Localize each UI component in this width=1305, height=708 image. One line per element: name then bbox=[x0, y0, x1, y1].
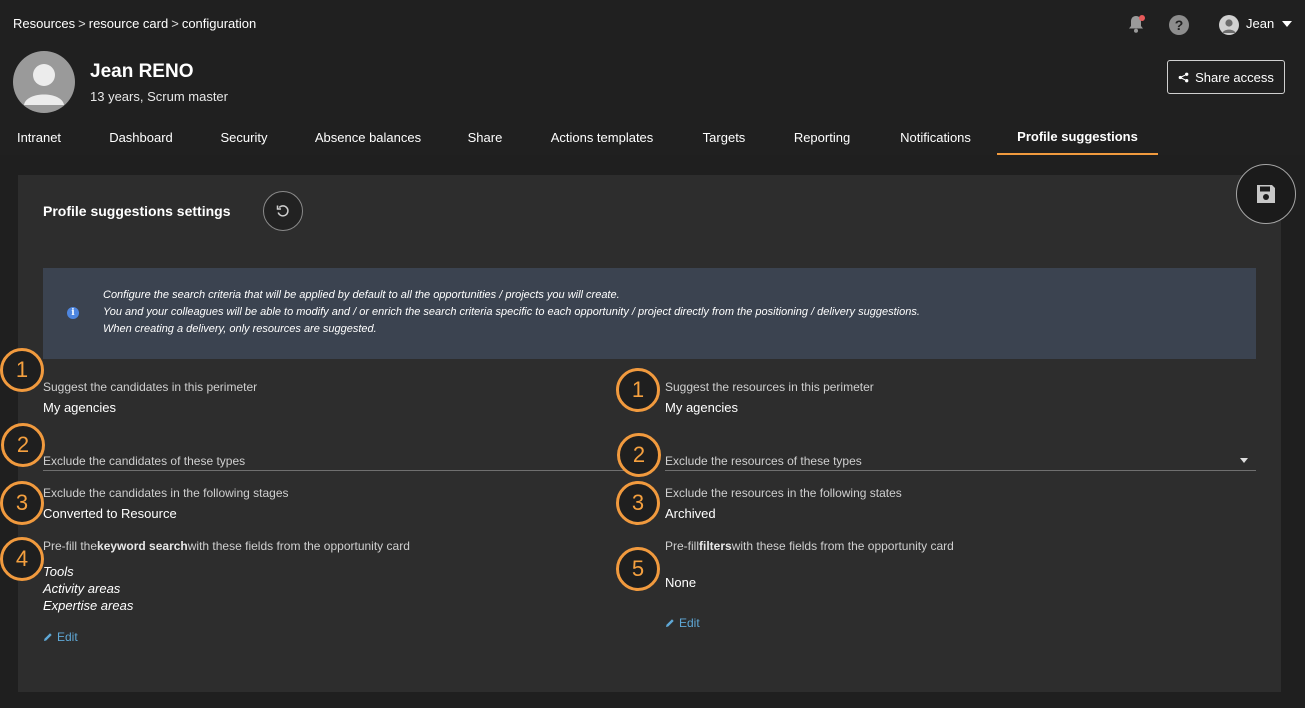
breadcrumb-resources[interactable]: Resources bbox=[13, 16, 75, 31]
tab-actions-templates[interactable]: Actions templates bbox=[536, 120, 668, 155]
help-icon[interactable]: ? bbox=[1169, 15, 1189, 35]
tab-profile-suggestions[interactable]: Profile suggestions bbox=[997, 120, 1158, 155]
callout-marker: 2 bbox=[1, 423, 45, 467]
info-icon: i bbox=[67, 307, 79, 319]
callout-marker: 3 bbox=[0, 481, 44, 525]
tab-security[interactable]: Security bbox=[206, 120, 282, 155]
panel-title: Profile suggestions settings bbox=[43, 203, 231, 219]
candidates-exclude-types-select[interactable]: Exclude the candidates of these types bbox=[43, 454, 245, 468]
candidates-prefill-label: Pre-fill thekeyword searchwith these fie… bbox=[43, 539, 410, 553]
share-icon bbox=[1178, 72, 1189, 82]
prefill-field-expertise-areas: Expertise areas bbox=[43, 598, 134, 613]
candidates-edit-label: Edit bbox=[57, 630, 78, 644]
prefill-prefix: Pre-fill bbox=[665, 539, 700, 553]
candidates-types-underline bbox=[43, 470, 634, 471]
floppy-disk-icon bbox=[1257, 185, 1275, 203]
pencil-icon bbox=[44, 633, 52, 641]
callout-marker: 5 bbox=[616, 547, 660, 591]
pencil-icon bbox=[666, 619, 674, 627]
prefill-filters: filters bbox=[699, 539, 732, 553]
tab-bar: Intranet Dashboard Security Absence bala… bbox=[0, 120, 1305, 155]
resources-exclude-states-value[interactable]: Archived bbox=[665, 506, 716, 521]
prefill-prefix: Pre-fill the bbox=[43, 539, 98, 553]
tab-share[interactable]: Share bbox=[455, 120, 515, 155]
resources-types-underline bbox=[665, 470, 1256, 471]
share-access-label: Share access bbox=[1195, 69, 1274, 85]
user-name[interactable]: Jean bbox=[1246, 16, 1274, 31]
tab-dashboard[interactable]: Dashboard bbox=[96, 120, 186, 155]
resources-types-caret-icon[interactable] bbox=[1240, 458, 1248, 463]
resources-prefill-label: Pre-fillfilterswith these fields from th… bbox=[665, 539, 954, 553]
user-menu-caret-icon[interactable] bbox=[1282, 21, 1292, 27]
callout-marker: 2 bbox=[617, 433, 661, 477]
resources-perimeter-label: Suggest the resources in this perimeter bbox=[665, 380, 874, 394]
tab-intranet[interactable]: Intranet bbox=[4, 120, 74, 155]
notification-dot bbox=[1139, 15, 1145, 21]
resources-perimeter-value[interactable]: My agencies bbox=[665, 400, 738, 415]
share-access-button[interactable]: Share access bbox=[1167, 60, 1285, 94]
prefill-suffix: with these fields from the opportunity c… bbox=[731, 539, 954, 553]
resources-exclude-states-label: Exclude the resources in the following s… bbox=[665, 486, 902, 500]
tab-notifications[interactable]: Notifications bbox=[885, 120, 986, 155]
info-line-2: You and your colleagues will be able to … bbox=[103, 306, 920, 318]
prefill-field-activity-areas: Activity areas bbox=[43, 581, 121, 596]
tab-absence-balances[interactable]: Absence balances bbox=[303, 120, 433, 155]
candidates-edit-link[interactable]: Edit bbox=[43, 630, 78, 644]
callout-marker: 1 bbox=[0, 348, 44, 392]
callout-marker: 3 bbox=[616, 481, 660, 525]
info-line-1: Configure the search criteria that will … bbox=[103, 289, 620, 301]
settings-panel bbox=[18, 175, 1281, 692]
reset-button[interactable] bbox=[263, 191, 303, 231]
candidates-exclude-stages-value[interactable]: Converted to Resource bbox=[43, 506, 177, 521]
callout-marker: 1 bbox=[616, 368, 660, 412]
breadcrumb-separator: > bbox=[78, 16, 86, 31]
breadcrumb-separator: > bbox=[171, 16, 179, 31]
prefill-keyword-search: keyword search bbox=[97, 539, 188, 553]
resources-prefill-value: None bbox=[665, 575, 697, 590]
candidates-perimeter-label: Suggest the candidates in this perimeter bbox=[43, 380, 258, 394]
resources-exclude-types-select[interactable]: Exclude the resources of these types bbox=[665, 454, 862, 468]
resources-edit-label: Edit bbox=[679, 616, 700, 630]
user-avatar-icon[interactable] bbox=[1219, 15, 1239, 35]
callout-marker: 4 bbox=[0, 537, 44, 581]
profile-name: Jean RENO bbox=[90, 61, 194, 82]
undo-icon bbox=[276, 205, 289, 217]
breadcrumb-configuration: configuration bbox=[181, 16, 257, 31]
breadcrumb-resource-card[interactable]: resource card bbox=[89, 16, 168, 31]
save-button[interactable] bbox=[1236, 164, 1296, 224]
info-line-3: When creating a delivery, only resources… bbox=[103, 323, 377, 335]
prefill-suffix: with these fields from the opportunity c… bbox=[187, 539, 410, 553]
candidates-exclude-stages-label: Exclude the candidates in the following … bbox=[43, 486, 289, 500]
breadcrumb: Resources > resource card > configuration bbox=[13, 16, 256, 31]
resources-edit-link[interactable]: Edit bbox=[665, 616, 700, 630]
prefill-field-tools: Tools bbox=[43, 564, 74, 579]
tab-reporting[interactable]: Reporting bbox=[780, 120, 864, 155]
tab-targets[interactable]: Targets bbox=[690, 120, 758, 155]
candidates-perimeter-value[interactable]: My agencies bbox=[43, 400, 116, 415]
profile-avatar bbox=[13, 51, 75, 113]
profile-subtitle: 13 years, Scrum master bbox=[90, 89, 228, 104]
